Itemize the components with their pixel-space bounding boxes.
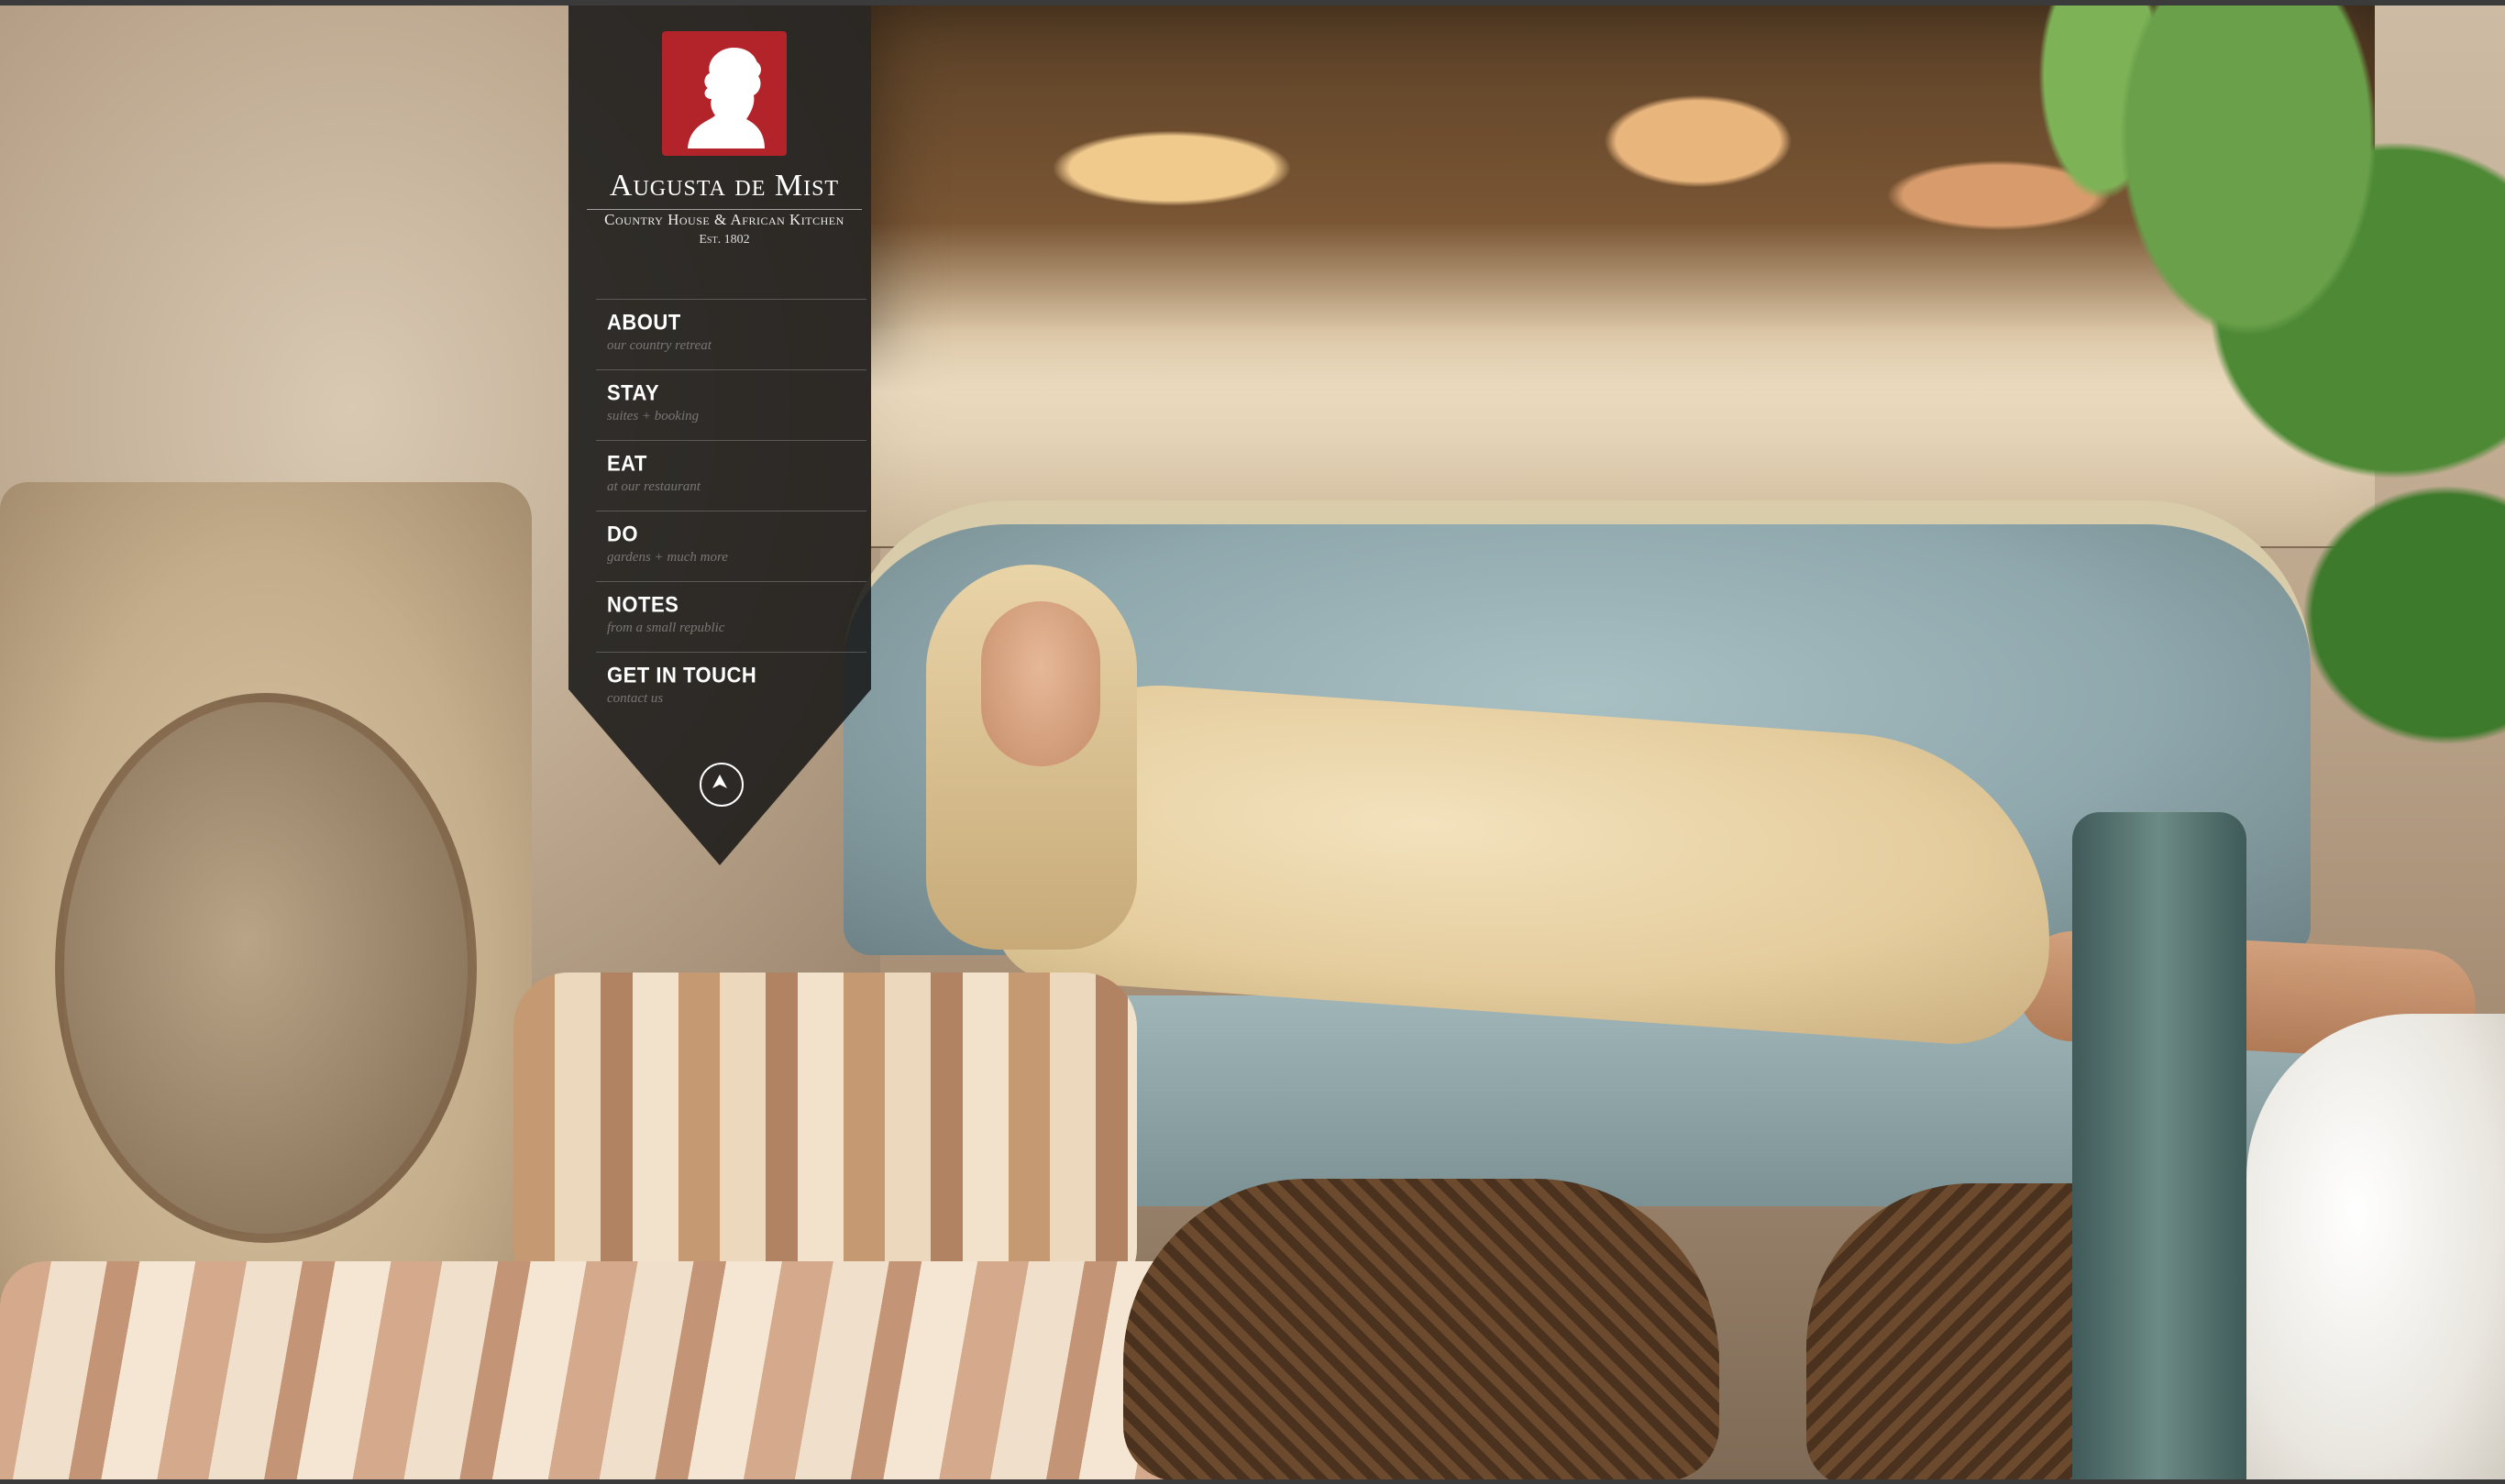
nav-item-title: GET IN TOUCH	[607, 662, 757, 687]
pillow-portrait	[55, 693, 477, 1243]
brand-established: Est. 1802	[699, 233, 750, 247]
nav-item-stay[interactable]: STAY suites + booking	[596, 369, 866, 440]
nav-item-subtitle: suites + booking	[607, 409, 700, 423]
nav-menu: ABOUT our country retreat STAY suites + …	[596, 299, 866, 722]
nav-item-subtitle: contact us	[607, 691, 664, 706]
nav-item-title: NOTES	[607, 591, 679, 617]
nav-item-do[interactable]: DO gardens + much more	[596, 511, 866, 581]
scroll-up-button[interactable]	[700, 763, 744, 807]
teal-vase	[2072, 812, 2246, 1479]
brand-tagline: Country House & African Kitchen	[604, 211, 844, 228]
bottom-edge	[0, 1479, 2505, 1484]
nav-item-subtitle: our country retreat	[607, 338, 712, 353]
white-vase	[2246, 1014, 2505, 1479]
wicker-basket	[1123, 1179, 1719, 1479]
main-nav-panel: Augusta de Mist Country House & African …	[568, 5, 871, 865]
nav-item-get-in-touch[interactable]: GET IN TOUCH contact us	[596, 652, 866, 722]
nav-item-title: ABOUT	[607, 309, 681, 335]
hero-photo	[0, 5, 2505, 1479]
brand-divider	[587, 209, 862, 210]
nav-item-about[interactable]: ABOUT our country retreat	[596, 299, 866, 369]
nav-item-notes[interactable]: NOTES from a small republic	[596, 581, 866, 652]
striped-armrest	[513, 973, 1137, 1303]
nav-item-subtitle: at our restaurant	[607, 479, 701, 494]
up-arrow-icon	[712, 775, 727, 788]
nav-item-title: DO	[607, 521, 638, 546]
nav-item-title: STAY	[607, 379, 660, 405]
logo[interactable]	[662, 31, 787, 156]
nav-item-subtitle: gardens + much more	[607, 550, 728, 565]
nav-item-subtitle: from a small republic	[607, 621, 725, 635]
brand-name: Augusta de Mist	[609, 169, 840, 203]
woman-face	[981, 601, 1100, 766]
top-edge	[0, 0, 2505, 5]
nav-item-title: EAT	[607, 450, 647, 476]
woman-silhouette-icon	[688, 48, 765, 148]
nav-item-eat[interactable]: EAT at our restaurant	[596, 440, 866, 511]
